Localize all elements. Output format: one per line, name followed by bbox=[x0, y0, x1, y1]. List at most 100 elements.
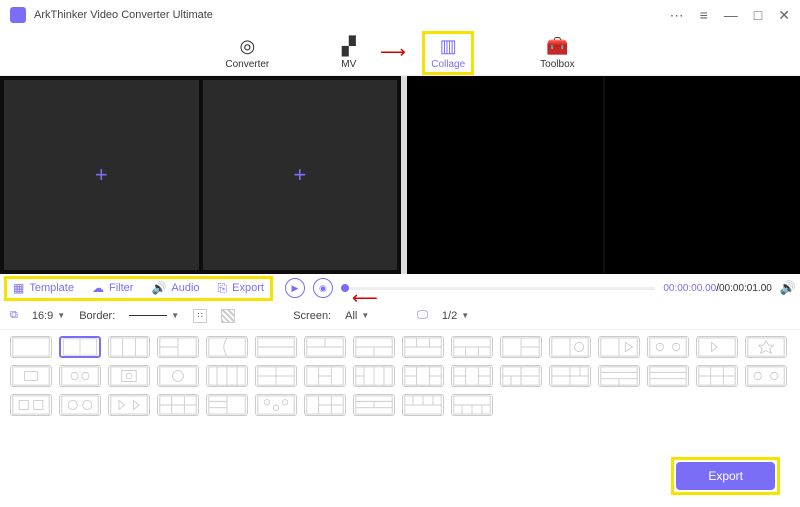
mid-tabs-group: ▦Template ☁Filter 🔊Audio ⎘Export bbox=[4, 276, 273, 301]
template-icon: ▦ bbox=[13, 281, 24, 295]
template-item[interactable] bbox=[304, 336, 346, 358]
mv-icon: ▞ bbox=[342, 36, 356, 57]
menu-icon[interactable]: ≡ bbox=[700, 7, 708, 23]
monitor-icon: 🖵 bbox=[417, 309, 428, 322]
template-item[interactable] bbox=[500, 365, 542, 387]
volume-icon[interactable]: 🔊 bbox=[780, 280, 796, 296]
page-select[interactable]: 1/2▼ bbox=[442, 310, 469, 322]
aspect-select[interactable]: 16:9▼ bbox=[32, 310, 65, 322]
template-item[interactable] bbox=[10, 394, 52, 416]
template-item[interactable] bbox=[353, 394, 395, 416]
template-item[interactable] bbox=[10, 365, 52, 387]
tab-mv[interactable]: ▞ MV bbox=[335, 34, 362, 72]
template-item[interactable] bbox=[598, 336, 640, 358]
template-item[interactable] bbox=[598, 365, 640, 387]
template-item[interactable] bbox=[59, 365, 101, 387]
template-item[interactable] bbox=[157, 365, 199, 387]
app-logo-icon bbox=[10, 7, 26, 23]
screen-select[interactable]: All▼ bbox=[345, 310, 369, 322]
template-item[interactable] bbox=[59, 394, 101, 416]
mid-toolbar: ▦Template ☁Filter 🔊Audio ⎘Export ▶ ◉ 00:… bbox=[0, 274, 800, 302]
template-item[interactable] bbox=[108, 365, 150, 387]
border-label: Border: bbox=[79, 310, 115, 322]
template-item[interactable] bbox=[59, 336, 101, 358]
color-picker-button[interactable]: ∷ bbox=[193, 309, 207, 323]
template-item[interactable] bbox=[108, 394, 150, 416]
maximize-icon[interactable]: □ bbox=[754, 7, 762, 23]
template-item[interactable] bbox=[451, 336, 493, 358]
template-item[interactable] bbox=[745, 365, 787, 387]
workspace: + + bbox=[0, 76, 800, 274]
template-item[interactable] bbox=[157, 336, 199, 358]
template-item[interactable] bbox=[549, 365, 591, 387]
template-item[interactable] bbox=[451, 394, 493, 416]
plus-icon: + bbox=[95, 162, 108, 188]
template-item[interactable] bbox=[304, 365, 346, 387]
filter-icon: ☁ bbox=[92, 281, 104, 295]
template-item[interactable] bbox=[304, 394, 346, 416]
app-title: ArkThinker Video Converter Ultimate bbox=[34, 9, 670, 21]
window-controls: ⋯ ≡ — □ ✕ bbox=[670, 7, 790, 24]
template-grid bbox=[0, 330, 800, 422]
template-item[interactable] bbox=[402, 394, 444, 416]
template-item[interactable] bbox=[10, 336, 52, 358]
plus-icon: + bbox=[293, 162, 306, 188]
timeline-handle[interactable] bbox=[341, 284, 349, 292]
template-item[interactable] bbox=[108, 336, 150, 358]
add-media-slot-1[interactable]: + bbox=[4, 80, 199, 270]
minimize-icon[interactable]: — bbox=[724, 7, 738, 23]
template-item[interactable] bbox=[206, 394, 248, 416]
template-item[interactable] bbox=[451, 365, 493, 387]
template-item[interactable] bbox=[353, 365, 395, 387]
template-item[interactable] bbox=[255, 365, 297, 387]
template-item[interactable] bbox=[402, 336, 444, 358]
aspect-icon: ⧉ bbox=[10, 309, 18, 322]
chevron-down-icon: ▼ bbox=[361, 311, 369, 320]
filter-tab[interactable]: ☁Filter bbox=[92, 281, 133, 296]
tab-collage[interactable]: ▥ Collage bbox=[422, 31, 474, 75]
template-item[interactable] bbox=[647, 365, 689, 387]
tab-toolbox[interactable]: 🧰 Toolbox bbox=[534, 34, 580, 72]
collage-icon: ▥ bbox=[440, 36, 457, 57]
footer: Export bbox=[671, 457, 780, 495]
collage-editor: + + bbox=[0, 76, 401, 274]
close-icon[interactable]: ✕ bbox=[778, 7, 790, 24]
template-item[interactable] bbox=[696, 336, 738, 358]
preview-slot-2 bbox=[605, 76, 800, 274]
preview-panel bbox=[407, 76, 800, 274]
timecode: 00:00:00.00/00:00:01.00 bbox=[663, 283, 771, 294]
template-item[interactable] bbox=[745, 336, 787, 358]
template-item[interactable] bbox=[696, 365, 738, 387]
preview-slot-1 bbox=[407, 76, 603, 274]
toolbox-icon: 🧰 bbox=[546, 36, 568, 57]
template-item[interactable] bbox=[647, 336, 689, 358]
converter-icon: ◎ bbox=[239, 36, 255, 57]
template-item[interactable] bbox=[206, 365, 248, 387]
template-tab[interactable]: ▦Template bbox=[13, 281, 74, 296]
template-item[interactable] bbox=[500, 336, 542, 358]
feedback-icon[interactable]: ⋯ bbox=[670, 7, 684, 24]
line-icon bbox=[129, 315, 167, 316]
export-button[interactable]: Export bbox=[676, 462, 775, 490]
template-item[interactable] bbox=[402, 365, 444, 387]
timeline-slider[interactable] bbox=[341, 287, 655, 290]
template-item[interactable] bbox=[206, 336, 248, 358]
snapshot-button[interactable]: ◉ bbox=[313, 278, 333, 298]
tab-converter[interactable]: ◎ Converter bbox=[219, 34, 275, 72]
template-item[interactable] bbox=[157, 394, 199, 416]
template-item[interactable] bbox=[353, 336, 395, 358]
border-style-select[interactable]: ▼ bbox=[129, 311, 179, 320]
add-media-slot-2[interactable]: + bbox=[203, 80, 398, 270]
export-tab[interactable]: ⎘Export bbox=[218, 281, 264, 296]
chevron-down-icon: ▼ bbox=[171, 311, 179, 320]
annotation-arrow-icon: ⟶ bbox=[380, 42, 406, 63]
export-icon: ⎘ bbox=[218, 281, 228, 296]
play-button[interactable]: ▶ bbox=[285, 278, 305, 298]
titlebar: ArkThinker Video Converter Ultimate ⋯ ≡ … bbox=[0, 0, 800, 30]
pattern-button[interactable] bbox=[221, 309, 235, 323]
screen-label: Screen: bbox=[293, 310, 331, 322]
template-item[interactable] bbox=[255, 336, 297, 358]
template-item[interactable] bbox=[549, 336, 591, 358]
audio-tab[interactable]: 🔊Audio bbox=[151, 281, 199, 296]
template-item[interactable] bbox=[255, 394, 297, 416]
